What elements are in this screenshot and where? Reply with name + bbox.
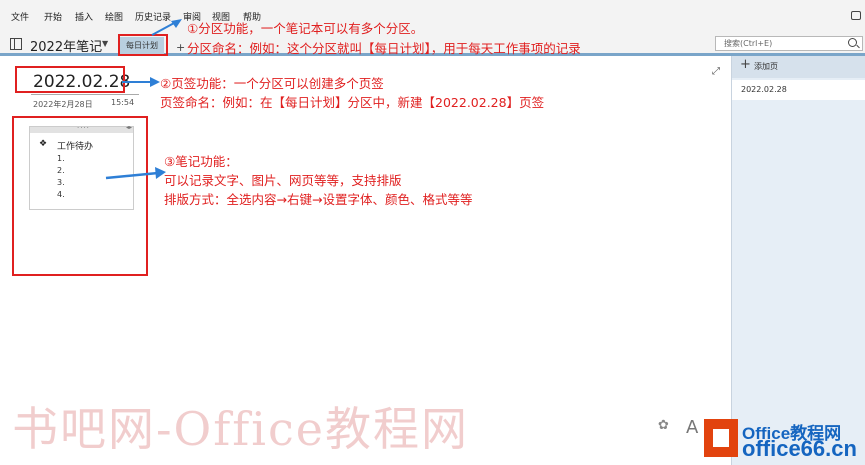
- add-section-button[interactable]: +: [176, 41, 185, 54]
- add-page-label: 添加页: [754, 62, 778, 71]
- arrow-head: [150, 77, 160, 87]
- expand-icon[interactable]: ⤢: [712, 66, 720, 77]
- chevron-down-icon[interactable]: ▼: [102, 39, 108, 48]
- menu-insert[interactable]: 插入: [75, 10, 93, 23]
- search-input[interactable]: 搜索(Ctrl+E): [715, 36, 863, 51]
- watermark-site-url: office66.cn: [742, 436, 857, 461]
- wechat-icon: ✿: [658, 418, 669, 433]
- add-page-button[interactable]: + 添加页: [732, 56, 865, 78]
- title-underline: [31, 94, 139, 95]
- annotation-section-naming: 分区命名：例如：这个分区就叫【每日计划】，用于每天工作事项的记录: [187, 41, 581, 56]
- page-list-item-label: 2022.02.28: [741, 85, 787, 94]
- annotation-note-content: 可以记录文字、图片、网页等等，支持排版: [164, 173, 402, 188]
- note-highlight-box: [12, 116, 148, 276]
- page-list-pane: + 添加页 2022.02.28: [731, 56, 865, 465]
- annotation-section: ①分区功能，一个笔记本可以有多个分区。: [187, 21, 424, 36]
- plus-icon: +: [740, 57, 751, 72]
- page-title-highlight-box: [15, 66, 125, 93]
- annotation-page: ②页签功能：一个分区可以创建多个页签: [160, 76, 384, 91]
- watermark-text: 书吧网-Office教程网: [12, 402, 470, 456]
- menu-bar: 文件 开始 插入 绘图 历史记录 审阅 视图 帮助: [0, 0, 865, 30]
- section-highlight-box: [118, 34, 168, 56]
- office-logo-icon: [704, 419, 738, 457]
- page-date: 2022年2月28日: [33, 100, 93, 109]
- menu-history[interactable]: 历史记录: [135, 10, 171, 23]
- page-list-item[interactable]: 2022.02.28: [732, 80, 865, 100]
- watermark-handle: A: [686, 417, 699, 438]
- annotation-page-naming: 页签命名：例如：在【每日计划】分区中，新建【2022.02.28】页签: [160, 95, 545, 110]
- search-icon[interactable]: [848, 38, 857, 47]
- window-restore-icon[interactable]: [851, 11, 861, 20]
- notebook-title[interactable]: 2022年笔记: [30, 36, 102, 55]
- menu-home[interactable]: 开始: [44, 10, 62, 23]
- menu-draw[interactable]: 绘图: [105, 10, 123, 23]
- notebook-icon[interactable]: [10, 38, 22, 50]
- menu-file[interactable]: 文件: [11, 10, 29, 23]
- page-time: 15:54: [111, 98, 135, 107]
- annotation-note: ③笔记功能：: [164, 154, 238, 169]
- annotation-note-formatting: 排版方式：全选内容→右键→设置字体、颜色、格式等等: [164, 192, 473, 207]
